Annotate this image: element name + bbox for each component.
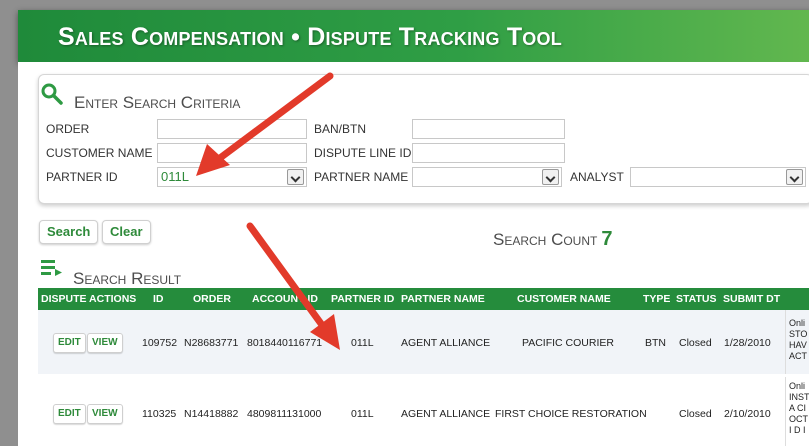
col-order[interactable]: ORDER	[193, 293, 231, 305]
edit-button[interactable]: EDIT	[53, 404, 86, 424]
order-input[interactable]	[157, 119, 307, 139]
customer-name-label: CUSTOMER NAME	[46, 146, 153, 160]
col-customer-name[interactable]: CUSTOMER NAME	[517, 293, 611, 305]
col-submit-dt[interactable]: SUBMIT DT	[723, 293, 780, 305]
col-partner-name[interactable]: PARTNER NAME	[401, 293, 485, 305]
search-button[interactable]: Search	[39, 220, 99, 244]
clear-button[interactable]: Clear	[102, 220, 151, 244]
cell-partner-name: AGENT ALLIANCE	[401, 408, 491, 420]
column-divider	[785, 310, 786, 374]
cell-customer-name: PACIFIC COURIER	[522, 337, 614, 349]
app-header: Sales Compensation • Dispute Tracking To…	[18, 10, 809, 62]
results-list-icon	[41, 260, 62, 276]
cell-submit-dt: 1/28/2010	[724, 337, 771, 349]
edit-button[interactable]: EDIT	[53, 333, 86, 353]
search-count-label: Search Count	[493, 230, 598, 249]
cell-partner-id: 011L	[351, 408, 374, 420]
chevron-down-icon[interactable]	[287, 169, 304, 185]
ban-btn-input[interactable]	[412, 119, 565, 139]
search-criteria-title: Enter Search Criteria	[74, 93, 241, 112]
search-icon	[41, 83, 63, 105]
ban-btn-label: BAN/BTN	[314, 122, 367, 136]
search-criteria-panel: Enter Search Criteria ORDER BAN/BTN CUST…	[38, 74, 809, 204]
analyst-label: ANALYST	[570, 170, 624, 184]
partner-id-value: 011L	[161, 169, 189, 184]
analyst-select[interactable]	[630, 167, 806, 187]
main-page: Enter Search Criteria ORDER BAN/BTN CUST…	[18, 62, 809, 446]
results-table-header: DISPUTE ACTIONS ID ORDER ACCOUNT ID PART…	[38, 288, 809, 310]
col-partner-id[interactable]: PARTNER ID	[331, 293, 394, 305]
partner-id-label: PARTNER ID	[46, 170, 118, 184]
cell-notes: Onli STO HAV ACT	[789, 318, 808, 361]
col-dispute-actions[interactable]: DISPUTE ACTIONS	[41, 293, 136, 305]
col-id[interactable]: ID	[153, 293, 164, 305]
col-status[interactable]: STATUS	[676, 293, 716, 305]
search-count-value: 7	[601, 228, 613, 250]
view-button[interactable]: VIEW	[87, 333, 123, 353]
order-label: ORDER	[46, 122, 90, 136]
cell-id: 110325	[142, 408, 177, 420]
cell-account-id: 4809811131000	[247, 408, 322, 420]
col-account-id[interactable]: ACCOUNT ID	[252, 293, 318, 305]
customer-name-input[interactable]	[157, 143, 307, 163]
dispute-line-id-input[interactable]	[412, 143, 565, 163]
search-count: Search Count 7	[493, 228, 612, 251]
cell-status: Closed	[679, 337, 712, 349]
column-divider	[785, 377, 786, 446]
cell-customer-name: FIRST CHOICE RESTORATION	[495, 408, 647, 420]
cell-type: BTN	[645, 337, 666, 349]
col-type[interactable]: TYPE	[643, 293, 670, 305]
app-title: Sales Compensation • Dispute Tracking To…	[58, 23, 562, 51]
cell-partner-id: 011L	[351, 337, 374, 349]
cell-order: N28683771	[184, 337, 239, 349]
dispute-line-id-label: DISPUTE LINE ID	[314, 146, 412, 160]
cell-id: 109752	[142, 337, 178, 349]
view-button[interactable]: VIEW	[87, 404, 123, 424]
cell-notes: Onli INST A CI OCT I D I	[789, 381, 809, 435]
cell-status: Closed	[679, 408, 712, 420]
partner-name-select[interactable]	[412, 167, 562, 187]
search-result-title: Search Result	[73, 269, 182, 288]
cell-order: N14418882	[184, 408, 239, 420]
partner-id-select[interactable]: 011L	[157, 167, 307, 187]
cell-partner-name: AGENT ALLIANCE	[401, 337, 491, 349]
partner-name-label: PARTNER NAME	[314, 170, 409, 184]
table-row: EDIT VIEW 110325 N14418882 4809811131000…	[38, 377, 809, 446]
table-row: EDIT VIEW 109752 N28683771 8018440116771…	[38, 310, 809, 374]
cell-submit-dt: 2/10/2010	[724, 408, 771, 420]
chevron-down-icon[interactable]	[542, 169, 559, 185]
cell-account-id: 8018440116771	[247, 337, 323, 349]
chevron-down-icon[interactable]	[786, 169, 803, 185]
